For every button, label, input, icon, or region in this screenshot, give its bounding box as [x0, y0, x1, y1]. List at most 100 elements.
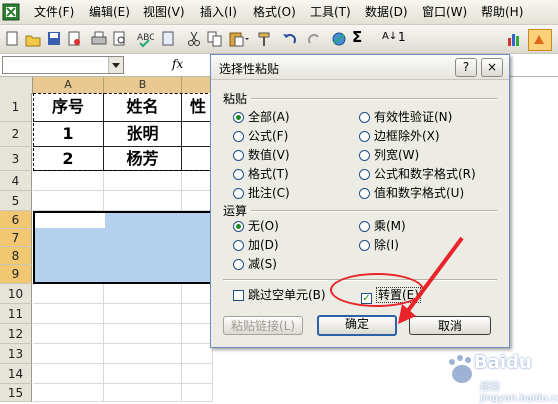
excel-app-icon[interactable] [2, 3, 20, 21]
row-header-4[interactable]: 4 [0, 171, 32, 191]
menu-insert[interactable]: 插入(I) [200, 5, 237, 19]
radio-paste-formulas[interactable]: 公式(F) [233, 129, 288, 143]
row-header-15[interactable]: 15 [0, 384, 32, 402]
radio-paste-comments[interactable]: 批注(C) [233, 186, 290, 200]
radio-icon[interactable] [359, 240, 370, 251]
radio-icon[interactable] [233, 169, 244, 180]
undo-icon[interactable] [280, 29, 302, 49]
grid-cell[interactable] [33, 324, 104, 344]
grid-cell[interactable] [33, 344, 104, 364]
format-painter-icon[interactable] [256, 29, 272, 49]
redo-icon[interactable] [306, 29, 328, 49]
new-icon[interactable] [4, 29, 20, 49]
menu-file[interactable]: 文件(F) [34, 5, 74, 19]
menu-window[interactable]: 窗口(W) [422, 5, 467, 19]
row-header-10[interactable]: 10 [0, 284, 32, 304]
sort-ascending-icon[interactable]: A↓ [382, 31, 397, 51]
radio-paste-formulas-number-formats[interactable]: 公式和数字格式(R) [359, 167, 476, 181]
radio-op-none[interactable]: 无(O) [233, 219, 279, 233]
grid-cell[interactable] [33, 364, 104, 384]
copy-icon[interactable] [206, 29, 224, 49]
grid-cell[interactable] [182, 364, 213, 384]
grid-cell[interactable] [104, 344, 182, 364]
paste-icon[interactable] [228, 29, 250, 49]
cut-icon[interactable] [186, 29, 202, 49]
grid-cell[interactable] [182, 191, 213, 211]
menu-data[interactable]: 数据(D) [365, 5, 408, 19]
radio-op-subtract[interactable]: 减(S) [233, 257, 277, 271]
menu-view[interactable]: 视图(V) [143, 5, 185, 19]
grid-cell[interactable] [33, 171, 104, 191]
row-header-13[interactable]: 13 [0, 344, 32, 364]
grid-cell[interactable] [182, 324, 213, 344]
column-header-a[interactable]: A [33, 77, 104, 94]
radio-icon[interactable] [233, 188, 244, 199]
row-header-6[interactable]: 6 [0, 211, 32, 229]
save-icon[interactable] [46, 29, 62, 49]
grid-cell[interactable] [33, 284, 104, 304]
radio-icon[interactable] [359, 131, 370, 142]
radio-paste-validation[interactable]: 有效性验证(N) [359, 110, 452, 124]
radio-paste-values[interactable]: 数值(V) [233, 148, 290, 162]
name-box-dropdown[interactable] [108, 57, 123, 73]
research-icon[interactable] [160, 29, 176, 49]
grid-cell[interactable] [104, 324, 182, 344]
row-header-2[interactable]: 2 [0, 122, 32, 147]
permission-icon[interactable] [66, 29, 82, 49]
radio-paste-formats[interactable]: 格式(T) [233, 167, 289, 181]
grid-cell[interactable] [182, 384, 213, 402]
row-header-9[interactable]: 9 [0, 265, 32, 284]
grid-cell[interactable] [33, 304, 104, 324]
radio-icon[interactable] [359, 150, 370, 161]
zoom-fragment[interactable]: 1 [398, 30, 406, 50]
grid-cell[interactable] [182, 284, 213, 304]
grid-cell[interactable] [33, 384, 104, 402]
grid-cell[interactable] [104, 384, 182, 402]
radio-paste-values-number-formats[interactable]: 值和数字格式(U) [359, 186, 464, 200]
print-icon[interactable] [90, 29, 108, 49]
checkbox-icon[interactable] [233, 290, 244, 301]
radio-paste-all[interactable]: 全部(A) [233, 110, 290, 124]
radio-icon[interactable] [233, 221, 244, 232]
drawing-icon[interactable] [528, 29, 552, 51]
select-all-corner[interactable] [0, 77, 33, 94]
open-icon[interactable] [24, 29, 42, 49]
paste-link-button[interactable]: 粘贴链接(L) [223, 316, 303, 335]
row-header-8[interactable]: 8 [0, 247, 32, 265]
radio-icon[interactable] [359, 169, 370, 180]
menu-edit[interactable]: 编辑(E) [89, 5, 130, 19]
name-box[interactable] [2, 56, 124, 74]
radio-icon[interactable] [359, 188, 370, 199]
row-header-11[interactable]: 11 [0, 304, 32, 324]
insert-function-icon[interactable]: fx [172, 57, 183, 71]
grid-cell[interactable] [104, 364, 182, 384]
hyperlink-icon[interactable] [330, 29, 348, 49]
grid-cell[interactable] [104, 191, 182, 211]
grid-cell[interactable] [104, 171, 182, 191]
grid-cell[interactable] [33, 191, 104, 211]
row-header-7[interactable]: 7 [0, 229, 32, 247]
radio-icon[interactable] [359, 112, 370, 123]
radio-paste-column-widths[interactable]: 列宽(W) [359, 148, 419, 162]
menu-help[interactable]: 帮助(H) [481, 5, 523, 19]
column-header-c[interactable] [182, 77, 213, 94]
grid-cell[interactable] [182, 344, 213, 364]
radio-icon[interactable] [233, 259, 244, 270]
radio-icon[interactable] [233, 240, 244, 251]
column-header-b[interactable]: B [104, 77, 182, 94]
row-header-1[interactable]: 1 [0, 93, 32, 122]
row-header-3[interactable]: 3 [0, 147, 32, 171]
print-preview-icon[interactable] [111, 29, 129, 49]
grid-cell[interactable] [104, 284, 182, 304]
grid-cell[interactable] [104, 304, 182, 324]
grid-cell[interactable] [182, 304, 213, 324]
radio-icon[interactable] [359, 221, 370, 232]
radio-paste-all-except-borders[interactable]: 边框除外(X) [359, 129, 440, 143]
row-header-5[interactable]: 5 [0, 191, 32, 211]
radio-icon[interactable] [233, 131, 244, 142]
close-button[interactable]: × [481, 58, 503, 77]
menu-format[interactable]: 格式(O) [253, 5, 296, 19]
radio-op-add[interactable]: 加(D) [233, 238, 279, 252]
dialog-title-bar[interactable]: 选择性粘贴 ? × [211, 55, 509, 80]
checkbox-skip-blanks[interactable]: 跳过空单元(B) [233, 288, 326, 302]
